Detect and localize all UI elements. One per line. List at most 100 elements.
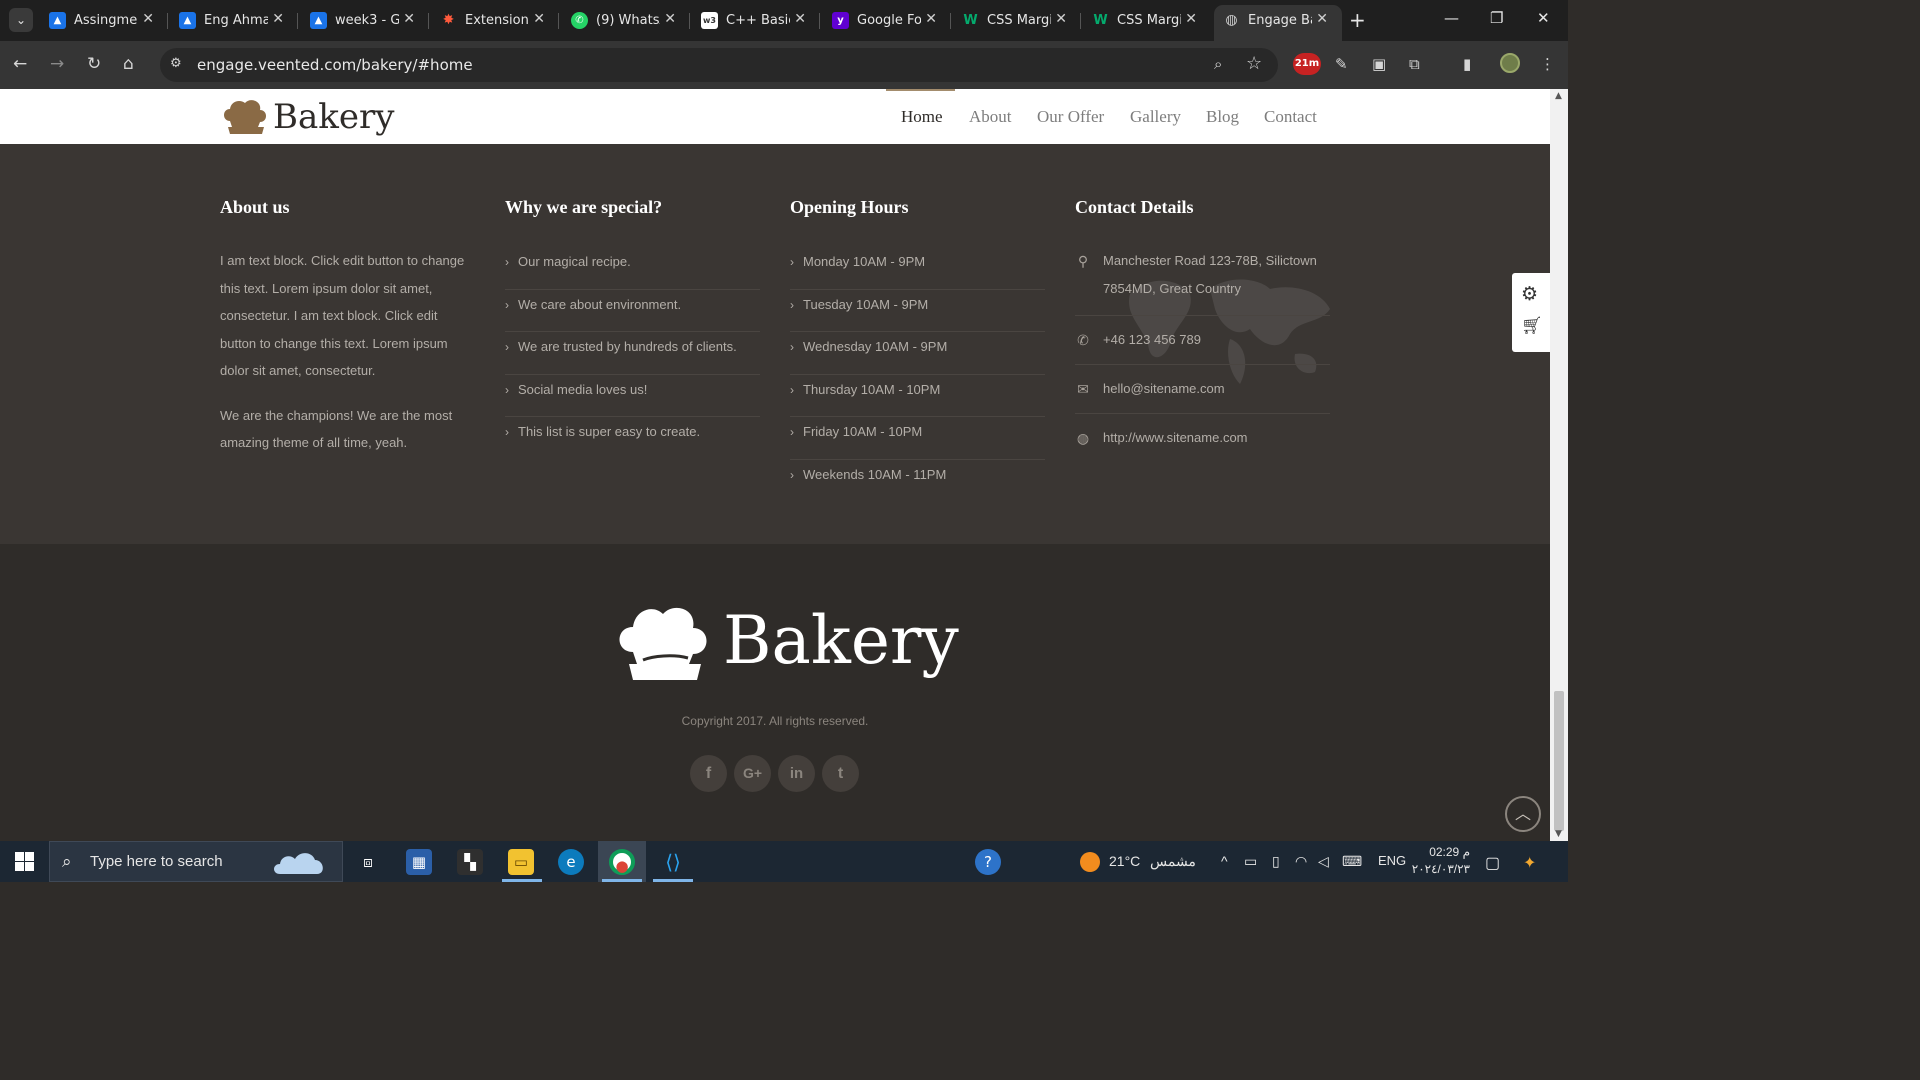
nav-gallery[interactable]: Gallery bbox=[1130, 107, 1181, 127]
volume-icon[interactable]: ◁ bbox=[1318, 853, 1329, 870]
address-bar[interactable]: ⚙ engage.veented.com/bakery/#home ⌕ ☆ bbox=[160, 48, 1278, 82]
vscode-icon[interactable]: ⟨⟩ bbox=[660, 849, 686, 875]
keyboard-icon[interactable]: ⌨ bbox=[1342, 853, 1362, 870]
help-icon[interactable]: ? bbox=[975, 849, 1001, 875]
close-window-icon[interactable]: ✕ bbox=[1537, 9, 1550, 27]
browser-tab[interactable]: ✸ Extension ✕ bbox=[431, 6, 559, 35]
forward-icon[interactable]: → bbox=[50, 54, 64, 74]
task-view-icon[interactable]: ⧈ bbox=[355, 849, 381, 875]
settings-gears-icon[interactable]: ⚙ bbox=[1521, 283, 1538, 305]
contact-heading: Contact Details bbox=[1075, 197, 1194, 217]
contact-email[interactable]: ✉ hello@sitename.com bbox=[1075, 365, 1330, 414]
chrome-icon[interactable]: ● bbox=[609, 849, 635, 875]
back-to-top-button[interactable]: ︿ bbox=[1505, 796, 1541, 832]
close-icon[interactable]: ✕ bbox=[1055, 11, 1067, 27]
weather-description[interactable]: مشمس bbox=[1150, 853, 1196, 870]
nav-contact[interactable]: Contact bbox=[1264, 107, 1317, 127]
battery-icon[interactable]: ▭ bbox=[1244, 853, 1257, 870]
side-panel-icon[interactable]: ▮ bbox=[1463, 55, 1471, 73]
extension-square-icon[interactable]: ▣ bbox=[1372, 55, 1386, 73]
close-icon[interactable]: ✕ bbox=[403, 11, 415, 27]
reload-icon[interactable]: ↻ bbox=[87, 54, 101, 74]
minimize-icon[interactable]: — bbox=[1444, 9, 1459, 27]
nav-about[interactable]: About bbox=[969, 107, 1012, 127]
wifi-icon[interactable]: ◠ bbox=[1295, 853, 1307, 870]
new-tab-icon[interactable]: + bbox=[1349, 8, 1366, 32]
facebook-icon[interactable]: f bbox=[690, 755, 727, 792]
list-item-text: Weekends 10AM - 11PM bbox=[803, 466, 947, 482]
url-text[interactable]: engage.veented.com/bakery/#home bbox=[197, 56, 473, 74]
browser-tab-active[interactable]: ◍ Engage Ba ✕ bbox=[1214, 5, 1342, 41]
footer-widgets: About us I am text block. Click edit but… bbox=[0, 144, 1550, 544]
taskbar-search-box[interactable]: ⌕ Type here to search bbox=[49, 841, 343, 882]
notifications-icon[interactable]: ▢ bbox=[1485, 853, 1500, 873]
bookmark-star-icon[interactable]: ☆ bbox=[1246, 53, 1262, 74]
page-scrollbar[interactable]: ▲ ▼ bbox=[1550, 89, 1568, 841]
close-icon[interactable]: ✕ bbox=[1185, 11, 1197, 27]
google-plus-icon[interactable]: G+ bbox=[734, 755, 771, 792]
clock[interactable]: 02:29 م ٢٠٢٤/٠٣/٢٣ bbox=[1410, 844, 1470, 878]
close-icon[interactable]: ✕ bbox=[142, 11, 154, 27]
browser-tab[interactable]: w3 C++ Basic ✕ bbox=[692, 6, 820, 35]
about-paragraph: We are the champions! We are the most am… bbox=[220, 407, 453, 451]
close-icon[interactable]: ✕ bbox=[533, 11, 545, 27]
contact-website[interactable]: ◍ http://www.sitename.com bbox=[1075, 414, 1330, 452]
tab-label: Google For bbox=[857, 13, 921, 28]
close-icon[interactable]: ✕ bbox=[1316, 11, 1328, 27]
close-icon[interactable]: ✕ bbox=[272, 11, 284, 27]
contact-website-link[interactable]: http://www.sitename.com bbox=[1103, 430, 1248, 445]
windows-start-icon[interactable] bbox=[15, 852, 34, 871]
logo-text: Bakery bbox=[273, 97, 395, 137]
yahoo-icon: y bbox=[832, 12, 849, 29]
more-menu-icon[interactable]: ⋮ bbox=[1540, 55, 1555, 73]
footer-logo[interactable]: Bakery bbox=[613, 602, 959, 692]
browser-tab[interactable]: ▲ Assingment ✕ bbox=[40, 6, 168, 35]
browser-tab[interactable]: ▲ week3 - Go ✕ bbox=[301, 6, 429, 35]
copilot-icon[interactable]: ✦ bbox=[1523, 853, 1536, 873]
windows-taskbar: ⌕ Type here to search ⧈ ▦ ▚ ▭ e ● ⟨⟩ ? 2… bbox=[0, 841, 1568, 882]
browser-tab[interactable]: y Google For ✕ bbox=[823, 6, 951, 35]
extension-timer-badge[interactable]: 21m bbox=[1293, 53, 1321, 75]
linkedin-icon[interactable]: in bbox=[778, 755, 815, 792]
zoom-icon[interactable]: ⌕ bbox=[1214, 55, 1222, 73]
list-item-text: Monday 10AM - 9PM bbox=[803, 254, 926, 269]
language-indicator[interactable]: ENG bbox=[1378, 853, 1406, 868]
browser-tab[interactable]: W CSS Margin ✕ bbox=[953, 6, 1081, 35]
site-info-icon[interactable]: ⚙ bbox=[170, 56, 182, 71]
list-item: › Monday 10AM - 9PM bbox=[790, 247, 1045, 290]
list-item: › Weekends 10AM - 11PM bbox=[790, 460, 1045, 503]
browser-tab[interactable]: ✆ (9) WhatsA ✕ bbox=[562, 6, 690, 35]
nav-blog[interactable]: Blog bbox=[1206, 107, 1239, 127]
device-icon[interactable]: ▯ bbox=[1272, 853, 1280, 870]
browser-tab[interactable]: ▲ Eng Ahmad ✕ bbox=[170, 6, 298, 35]
nav-our-offer[interactable]: Our Offer bbox=[1037, 107, 1104, 127]
scrollbar-thumb[interactable] bbox=[1554, 691, 1564, 831]
tray-chevron-up-icon[interactable]: ^ bbox=[1221, 853, 1228, 869]
cart-icon[interactable]: 🛒︎ bbox=[1521, 316, 1543, 336]
close-icon[interactable]: ✕ bbox=[794, 11, 806, 27]
home-icon[interactable]: ⌂ bbox=[123, 54, 134, 74]
scroll-down-icon[interactable]: ▼ bbox=[1555, 829, 1562, 839]
edge-browser-icon[interactable]: e bbox=[558, 849, 584, 875]
close-icon[interactable]: ✕ bbox=[925, 11, 937, 27]
calculator-icon[interactable]: ▦ bbox=[406, 849, 432, 875]
contact-email-link[interactable]: hello@sitename.com bbox=[1103, 381, 1225, 396]
browser-tab[interactable]: W CSS Margin ✕ bbox=[1083, 6, 1211, 35]
nav-home[interactable]: Home bbox=[901, 107, 943, 127]
extensions-puzzle-icon[interactable]: ⧉ bbox=[1409, 55, 1420, 73]
restore-icon[interactable]: ❐ bbox=[1490, 9, 1503, 27]
taskbar-search-placeholder[interactable]: Type here to search bbox=[90, 853, 223, 870]
close-icon[interactable]: ✕ bbox=[664, 11, 676, 27]
microsoft-store-icon[interactable]: ▚ bbox=[457, 849, 483, 875]
profile-avatar[interactable] bbox=[1500, 53, 1520, 73]
tab-search-chevron-icon[interactable]: ⌄ bbox=[9, 8, 33, 32]
scroll-up-icon[interactable]: ▲ bbox=[1555, 91, 1562, 101]
weather-temperature[interactable]: 21°C bbox=[1109, 853, 1140, 869]
file-explorer-icon[interactable]: ▭ bbox=[508, 849, 534, 875]
list-item-text: Our magical recipe. bbox=[518, 254, 631, 269]
eyedropper-icon[interactable]: ✎ bbox=[1335, 55, 1348, 73]
list-item-text: We are trusted by hundreds of clients. bbox=[518, 339, 737, 355]
back-icon[interactable]: ← bbox=[13, 54, 27, 74]
twitter-icon[interactable]: t bbox=[822, 755, 859, 792]
weather-sun-icon bbox=[1080, 852, 1100, 872]
